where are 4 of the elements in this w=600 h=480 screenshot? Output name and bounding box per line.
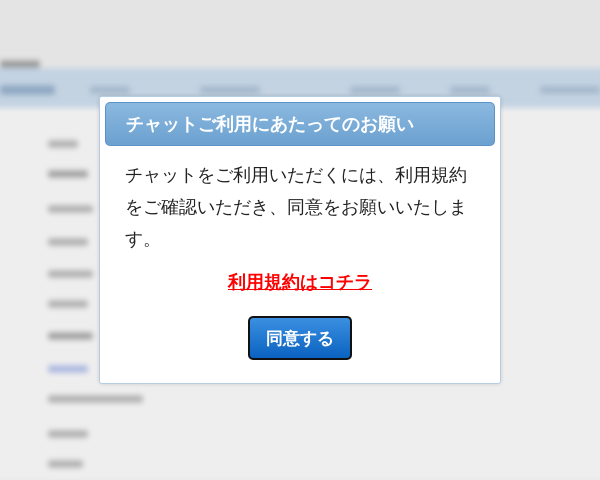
dialog-message: チャットをご利用いただくには、利用規約をご確認いただき、同意をお願いいたします。: [125, 164, 468, 252]
dialog-title: チャットご利用にあたってのお願い: [105, 102, 495, 146]
terms-link[interactable]: 利用規約はコチラ: [228, 272, 372, 293]
agree-button[interactable]: 同意する: [248, 316, 352, 360]
